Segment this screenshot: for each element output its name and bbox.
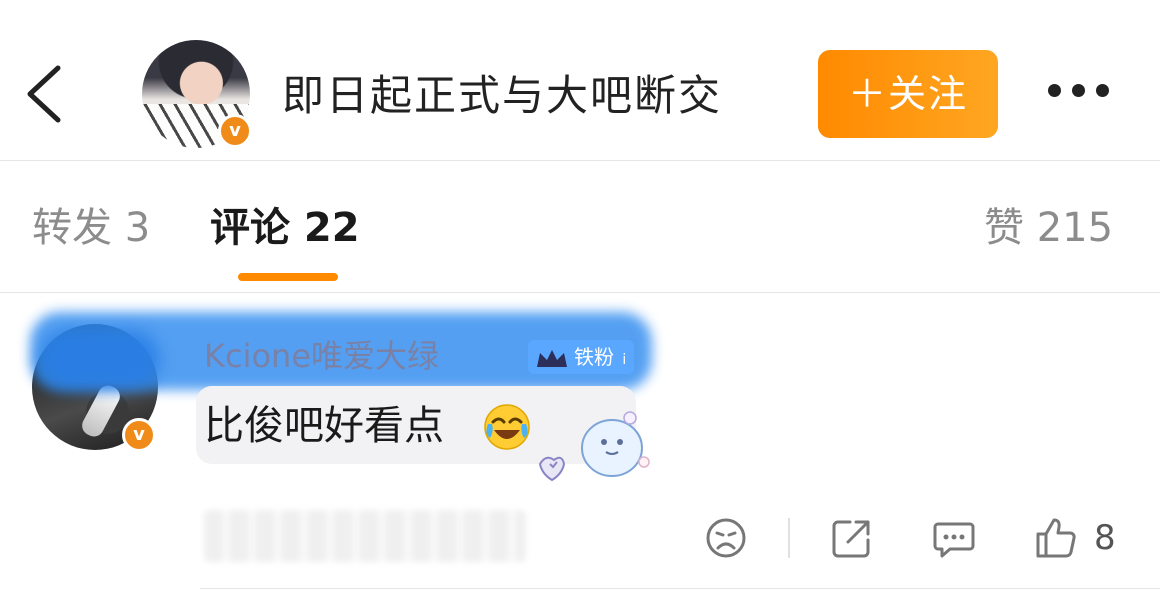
avatar-redaction-scribble (40, 330, 160, 388)
share-icon[interactable] (830, 516, 874, 560)
commenter-verified-badge-icon: v (122, 418, 156, 452)
cute-ghost-sticker-icon (538, 411, 650, 482)
action-separator (788, 518, 790, 558)
header-divider (0, 160, 1160, 161)
fan-badge-label: 铁粉 (574, 345, 614, 369)
more-options-icon[interactable] (1048, 82, 1120, 106)
active-tab-indicator (238, 273, 338, 281)
tab-likes[interactable]: 赞 215 (984, 200, 1113, 256)
follow-button[interactable]: ＋关注 (818, 50, 998, 138)
fan-badge-level: i (622, 352, 627, 368)
tabs-divider (0, 292, 1160, 293)
author-name-title[interactable]: 即日起正式与大吧断交 (282, 68, 722, 124)
blurred-reply-text (204, 510, 526, 562)
commenter-username[interactable]: Kcione唯爱大绿 (204, 334, 439, 378)
like-count: 8 (1094, 518, 1116, 558)
tab-reposts[interactable]: 转发 3 (32, 200, 150, 256)
comment-text[interactable]: 比俊吧好看点 (204, 398, 444, 454)
back-chevron-icon[interactable] (22, 64, 66, 124)
crown-icon (537, 349, 567, 367)
thumbs-up-icon[interactable] (1034, 516, 1078, 560)
comment-divider (200, 588, 1160, 589)
avatar-image-detail (78, 381, 124, 441)
tab-comments[interactable]: 评论 22 (210, 200, 360, 256)
verified-badge-icon: v (218, 114, 252, 148)
sad-face-icon[interactable] (704, 516, 748, 560)
comment-icon[interactable] (932, 516, 976, 560)
laughing-crying-emoji-icon (484, 404, 530, 450)
fan-badge: 铁粉 i (528, 340, 635, 374)
